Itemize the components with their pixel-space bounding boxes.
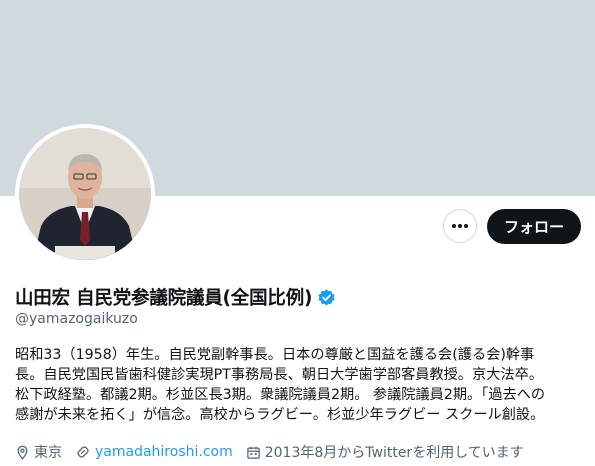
profile-name: 山田宏 自民党参議院議員(全国比例)	[15, 288, 313, 309]
follow-button-label: フォロー	[503, 218, 564, 236]
join-date-text: 2013年8月からTwitterを利用しています	[264, 445, 524, 461]
location: 東京	[15, 442, 62, 462]
bio-line: 松下政経塾。都議2期。杉並区長3期。衆議院議員2期。 参議院議員2期。「過去への	[15, 387, 546, 403]
link-icon	[77, 446, 89, 458]
bio-line: 昭和33（1958）年生。自民党副幹事長。日本の尊厳と国益を護る会(護る会)幹事	[15, 347, 535, 363]
location-text: 東京	[34, 445, 62, 461]
bio-line: 感謝が未来を拓く」が信念。高校からラグビー。杉並少年ラグビー スクール創設。	[15, 407, 545, 423]
more-horizontal-icon	[452, 224, 468, 228]
follow-button[interactable]: フォロー	[487, 209, 581, 244]
profile-name-row: 山田宏 自民党参議院議員(全国比例)	[15, 284, 336, 310]
join-date: 2013年8月からTwitterを利用しています	[246, 442, 524, 462]
profile-handle: @yamazogaikuzo	[15, 311, 138, 327]
profile-meta: 東京 yamadahiroshi.com 2013年8月からTwitterを利用…	[15, 442, 537, 462]
calendar-icon	[246, 446, 260, 459]
verified-badge-icon[interactable]	[317, 288, 336, 307]
bio-line: 長。自民党国民皆歯科健診実現PT事務局長、朝日大学歯学部客員教授。京大法卒。	[15, 367, 543, 383]
website-link[interactable]: yamadahiroshi.com	[95, 444, 233, 460]
website[interactable]: yamadahiroshi.com	[75, 444, 233, 460]
location-pin-icon	[17, 445, 28, 460]
more-options-button[interactable]	[443, 209, 477, 243]
avatar-photo	[19, 128, 151, 260]
avatar[interactable]	[15, 124, 155, 264]
profile-bio: 昭和33（1958）年生。自民党副幹事長。日本の尊厳と国益を護る会(護る会)幹事…	[15, 345, 585, 425]
